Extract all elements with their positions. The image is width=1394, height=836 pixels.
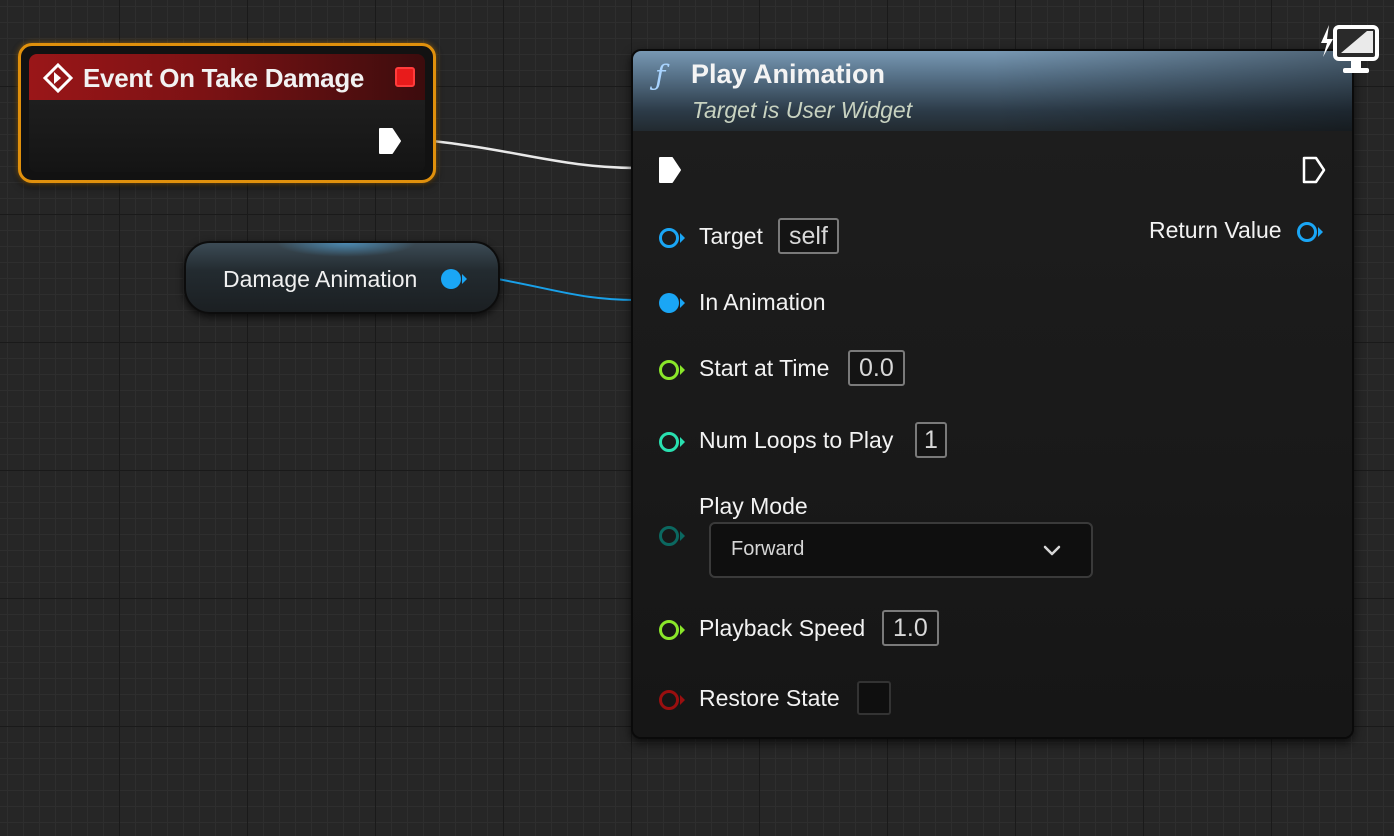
in-animation-pin[interactable]	[657, 290, 687, 316]
stop-icon	[395, 67, 415, 87]
target-pin[interactable]	[657, 225, 687, 251]
function-node-play-animation[interactable]: ƒ Play Animation Target is User Widget T…	[631, 49, 1354, 739]
function-node-header: ƒ Play Animation Target is User Widget	[633, 51, 1352, 131]
in-animation-label: In Animation	[699, 289, 826, 315]
event-diamond-icon	[43, 63, 73, 93]
event-node-header: Event On Take Damage	[29, 54, 425, 100]
return-value-pin[interactable]	[1295, 219, 1325, 245]
function-node-title: Play Animation	[691, 59, 886, 89]
exec-input-pin[interactable]	[657, 155, 683, 185]
exec-output-pin[interactable]	[377, 126, 403, 156]
start-at-time-input[interactable]: 0.0	[848, 350, 905, 386]
start-at-time-pin[interactable]	[657, 357, 687, 383]
num-loops-input[interactable]: 1	[915, 422, 947, 458]
playback-speed-pin[interactable]	[657, 617, 687, 643]
target-label: Target	[699, 223, 763, 249]
return-value-label: Return Value	[1149, 217, 1282, 243]
event-node-body	[29, 100, 425, 172]
start-at-time-label: Start at Time	[699, 355, 830, 381]
playback-speed-input[interactable]: 1.0	[882, 610, 939, 646]
target-value-input[interactable]: self	[778, 218, 839, 254]
play-mode-selected: Forward	[731, 538, 805, 560]
num-loops-pin[interactable]	[657, 429, 687, 455]
variable-output-pin[interactable]	[439, 266, 469, 292]
exec-output-pin[interactable]	[1301, 155, 1327, 185]
function-node-subtitle: Target is User Widget	[692, 97, 913, 123]
variable-node-label: Damage Animation	[223, 266, 418, 292]
restore-state-pin[interactable]	[657, 687, 687, 713]
function-icon: ƒ	[655, 59, 666, 92]
playback-speed-label: Playback Speed	[699, 615, 866, 641]
exec-wire	[408, 138, 656, 170]
restore-state-label: Restore State	[699, 685, 840, 711]
chevron-down-icon	[1043, 545, 1061, 556]
num-loops-label: Num Loops to Play	[699, 427, 894, 453]
variable-node-damage-animation[interactable]: Damage Animation	[184, 241, 500, 314]
event-node-title: Event On Take Damage	[83, 63, 365, 93]
play-mode-label: Play Mode	[699, 493, 808, 519]
restore-state-checkbox[interactable]	[857, 681, 891, 715]
widget-blueprint-icon	[1321, 25, 1379, 73]
play-mode-dropdown[interactable]: Forward	[709, 522, 1093, 578]
event-node-on-take-damage[interactable]: Event On Take Damage	[18, 43, 436, 183]
play-mode-pin[interactable]	[657, 523, 687, 549]
